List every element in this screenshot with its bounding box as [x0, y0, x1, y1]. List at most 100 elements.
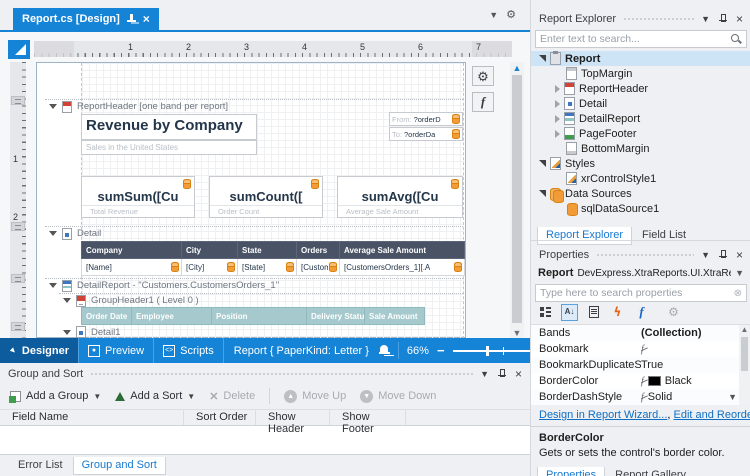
- orders-table[interactable]: Order Date Employee Position Delivery St…: [81, 307, 425, 325]
- property-pages-button[interactable]: [585, 304, 602, 321]
- expressions-button[interactable]: f: [633, 304, 650, 321]
- pin-icon[interactable]: [719, 14, 727, 25]
- ruler-corner-button[interactable]: [8, 40, 30, 59]
- orders-table-header-row[interactable]: Order Date Employee Position Delivery St…: [82, 308, 425, 325]
- tree-item-sqldatasource1[interactable]: sqlDataSource1: [531, 201, 750, 216]
- move-down-button[interactable]: ▼ Move Down: [360, 390, 436, 403]
- band-splitter-handle[interactable]: [11, 222, 25, 231]
- header-cell[interactable]: Employee: [132, 308, 212, 325]
- chevron-down-icon[interactable]: ▼: [701, 15, 710, 24]
- clear-search-icon[interactable]: ⊗: [734, 288, 742, 299]
- add-sort-button[interactable]: Add a Sort ▼: [115, 390, 195, 402]
- tree-item-report[interactable]: Report: [531, 51, 750, 66]
- scroll-up-icon[interactable]: ▲: [510, 63, 524, 73]
- report-subtitle-label[interactable]: Sales in the United States: [81, 140, 257, 155]
- properties-scrollbar[interactable]: ▲: [739, 325, 750, 405]
- column-header-field-name[interactable]: Field Name: [0, 410, 184, 425]
- band-splitter-handle[interactable]: [11, 274, 25, 283]
- object-selector[interactable]: Report DevExpress.XtraReports.UI.XtraRep…: [535, 264, 747, 282]
- band-splitter-handle[interactable]: [11, 96, 25, 105]
- data-cell[interactable]: [Custome: [297, 259, 340, 276]
- tab-report-gallery[interactable]: Report Gallery: [607, 467, 694, 476]
- scrollbar-thumb[interactable]: [741, 337, 748, 371]
- expand-arrow-icon[interactable]: [539, 190, 546, 197]
- pin-icon[interactable]: [127, 14, 136, 24]
- header-cell[interactable]: Orders: [297, 242, 340, 259]
- summary-box-total-revenue[interactable]: sumSum([Cu Total Revenue: [81, 176, 195, 218]
- data-cell[interactable]: [City]: [182, 259, 238, 276]
- categorized-view-button[interactable]: [537, 304, 554, 321]
- header-cell[interactable]: City: [182, 242, 238, 259]
- tab-designer[interactable]: ► Designer: [0, 338, 79, 363]
- page-settings-button[interactable]: ⚙: [472, 66, 494, 86]
- expressions-button[interactable]: f: [472, 92, 494, 112]
- tree-item-topmargin[interactable]: TopMargin: [531, 66, 750, 81]
- tree-item-styles[interactable]: Styles: [531, 156, 750, 171]
- collapse-arrow-icon[interactable]: [63, 298, 71, 303]
- scrollbar-thumb[interactable]: [512, 75, 522, 323]
- customers-table[interactable]: Company City State Orders Average Sale A…: [81, 241, 465, 276]
- collapse-arrow-icon[interactable]: [555, 100, 560, 108]
- advanced-settings-button[interactable]: ⚙: [665, 304, 682, 321]
- header-cell[interactable]: Company: [82, 242, 182, 259]
- move-up-button[interactable]: ▲ Move Up: [284, 390, 346, 403]
- header-cell[interactable]: Sale Amount: [365, 308, 425, 325]
- collapse-arrow-icon[interactable]: [555, 85, 560, 93]
- tab-error-list[interactable]: Error List: [10, 457, 71, 474]
- property-row-bands[interactable]: Bands (Collection): [531, 325, 750, 341]
- collapse-arrow-icon[interactable]: [49, 283, 57, 288]
- collapse-arrow-icon[interactable]: [49, 231, 57, 236]
- collapse-arrow-icon[interactable]: [63, 330, 71, 335]
- tree-item-detail[interactable]: Detail: [531, 96, 750, 111]
- tree-item-bottommargin[interactable]: BottomMargin: [531, 141, 750, 156]
- customers-table-header-row[interactable]: Company City State Orders Average Sale A…: [82, 242, 465, 259]
- add-group-button[interactable]: Add a Group ▼: [10, 390, 101, 402]
- tree-item-pagefooter[interactable]: PageFooter: [531, 126, 750, 141]
- chevron-down-icon[interactable]: ▼: [480, 370, 489, 379]
- summary-box-order-count[interactable]: sumCount([ Order Count: [209, 176, 323, 218]
- tree-item-data-sources[interactable]: Data Sources: [531, 186, 750, 201]
- property-row-bordercolor[interactable]: BorderColor fBlack: [531, 373, 750, 389]
- to-date-parameter-field[interactable]: To: ?orderDa: [389, 127, 463, 141]
- report-title-label[interactable]: Revenue by Company: [81, 114, 257, 140]
- scroll-down-icon[interactable]: ▼: [510, 328, 524, 338]
- header-cell[interactable]: Delivery Status: [307, 308, 365, 325]
- from-date-parameter-field[interactable]: From: ?orderD: [389, 112, 463, 126]
- expand-arrow-icon[interactable]: [539, 55, 546, 62]
- collapse-arrow-icon[interactable]: [49, 104, 57, 109]
- designer-vertical-scrollbar[interactable]: ▲ ▼: [510, 62, 524, 338]
- alphabetical-view-button[interactable]: A: [561, 304, 578, 321]
- collapse-arrow-icon[interactable]: [555, 130, 560, 138]
- events-button[interactable]: ϟ: [609, 304, 626, 321]
- document-tab[interactable]: Report.cs [Design] ×: [13, 8, 159, 30]
- data-cell[interactable]: [CustomersOrders_1][.A: [340, 259, 465, 276]
- band-caption-groupheader1[interactable]: GroupHeader1 ( Level 0 ): [59, 293, 463, 307]
- header-cell[interactable]: Order Date: [82, 308, 132, 325]
- properties-search-box[interactable]: ⊗: [535, 284, 747, 302]
- pin-icon[interactable]: [719, 250, 727, 261]
- tab-preview[interactable]: ● Preview: [79, 338, 154, 363]
- tab-scripts[interactable]: <> Scripts: [154, 338, 224, 363]
- property-row-bookmark[interactable]: Bookmark f: [531, 341, 750, 357]
- band-caption-reportheader[interactable]: ReportHeader [one band per report]: [45, 99, 463, 113]
- tab-group-and-sort[interactable]: Group and Sort: [73, 457, 166, 475]
- property-row-borderdashstyle[interactable]: BorderDashStyle fSolid▼: [531, 389, 750, 405]
- column-header-show-header[interactable]: Show Header: [256, 410, 330, 425]
- expand-arrow-icon[interactable]: [539, 160, 546, 167]
- gear-icon[interactable]: ⚙: [506, 10, 516, 21]
- design-in-report-wizard-link[interactable]: Design in Report Wizard...: [539, 409, 667, 421]
- customers-table-data-row[interactable]: [Name] [City] [State] [Custome [Customer…: [82, 259, 465, 276]
- zoom-slider[interactable]: [453, 350, 533, 352]
- close-icon[interactable]: ×: [143, 14, 150, 24]
- chevron-down-icon[interactable]: ▼: [701, 251, 710, 260]
- notifications-bell-icon[interactable]: [379, 345, 390, 356]
- column-header-sort-order[interactable]: Sort Order: [184, 410, 256, 425]
- report-page[interactable]: ReportHeader [one band per report] Reven…: [36, 62, 466, 338]
- band-caption-detail[interactable]: Detail: [45, 226, 463, 240]
- pin-icon[interactable]: [498, 369, 506, 380]
- properties-search-input[interactable]: [536, 287, 734, 299]
- tree-item-detailreport[interactable]: DetailReport: [531, 111, 750, 126]
- group-sort-empty-list[interactable]: [0, 426, 530, 455]
- report-paperkind-info[interactable]: Report { PaperKind: Letter }: [224, 345, 379, 357]
- header-cell[interactable]: Average Sale Amount: [340, 242, 465, 259]
